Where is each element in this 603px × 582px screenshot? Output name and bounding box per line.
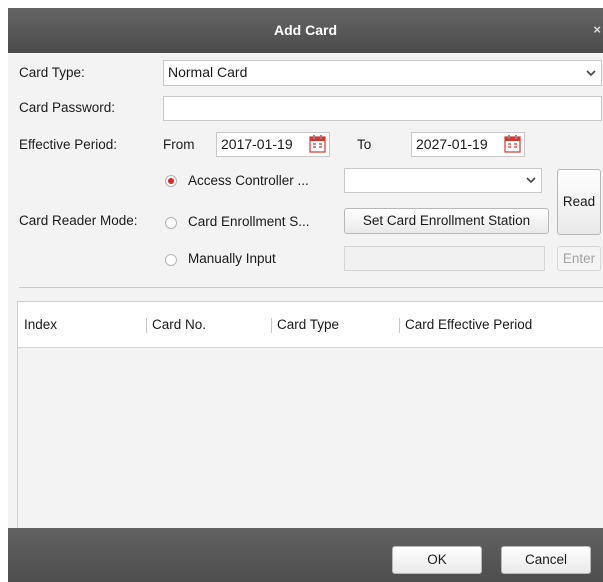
table-header: Index Card No. Card Type Card Effective … xyxy=(18,302,603,348)
card-type-label: Card Type: xyxy=(19,65,85,80)
card-enrollment-option-label: Card Enrollment S... xyxy=(188,214,310,229)
divider xyxy=(19,287,603,288)
card-reader-mode-label: Card Reader Mode: xyxy=(19,213,138,228)
column-header-card-effective-period[interactable]: Card Effective Period xyxy=(405,317,532,332)
chevron-down-icon xyxy=(581,61,601,85)
dialog-title: Add Card xyxy=(274,22,337,38)
effective-period-label: Effective Period: xyxy=(19,137,118,152)
to-date-value: 2027-01-19 xyxy=(416,136,488,152)
from-date-field[interactable]: 2017-01-19 xyxy=(216,132,330,157)
to-label: To xyxy=(357,137,372,152)
chevron-down-icon xyxy=(521,169,541,192)
column-divider[interactable] xyxy=(271,318,272,333)
to-date-field[interactable]: 2027-01-19 xyxy=(411,132,525,157)
access-controller-select[interactable] xyxy=(344,168,542,193)
card-type-value: Normal Card xyxy=(168,64,248,80)
column-header-index[interactable]: Index xyxy=(24,317,57,332)
dialog-footer: OK Cancel xyxy=(8,528,603,582)
close-icon[interactable]: × xyxy=(593,22,601,37)
read-button[interactable]: Read xyxy=(557,169,601,235)
from-label: From xyxy=(163,137,195,152)
card-password-field[interactable] xyxy=(163,96,602,121)
manually-input-option-label: Manually Input xyxy=(188,251,276,266)
manual-card-number-field[interactable] xyxy=(344,246,545,271)
ok-button[interactable]: OK xyxy=(392,546,482,574)
access-controller-option-label: Access Controller ... xyxy=(188,173,309,188)
from-date-value: 2017-01-19 xyxy=(221,136,293,152)
title-bar: Add Card × xyxy=(8,8,603,53)
card-password-label: Card Password: xyxy=(19,100,116,115)
enter-button[interactable]: Enter xyxy=(557,246,601,271)
cancel-button[interactable]: Cancel xyxy=(501,546,591,574)
radio-manually-input[interactable] xyxy=(165,254,177,266)
add-card-dialog: Add Card × Card Type: Normal Card Card P… xyxy=(8,8,603,582)
calendar-icon[interactable] xyxy=(504,135,521,156)
column-header-card-type[interactable]: Card Type xyxy=(277,317,339,332)
set-card-enrollment-station-button[interactable]: Set Card Enrollment Station xyxy=(344,208,549,234)
column-header-card-no[interactable]: Card No. xyxy=(152,317,206,332)
radio-card-enrollment[interactable] xyxy=(165,217,177,229)
card-list-table: Index Card No. Card Type Card Effective … xyxy=(17,301,603,528)
radio-access-controller[interactable] xyxy=(165,175,177,187)
card-type-select[interactable]: Normal Card xyxy=(163,60,602,86)
calendar-icon[interactable] xyxy=(309,135,326,156)
column-divider[interactable] xyxy=(399,318,400,333)
column-divider[interactable] xyxy=(146,318,147,333)
